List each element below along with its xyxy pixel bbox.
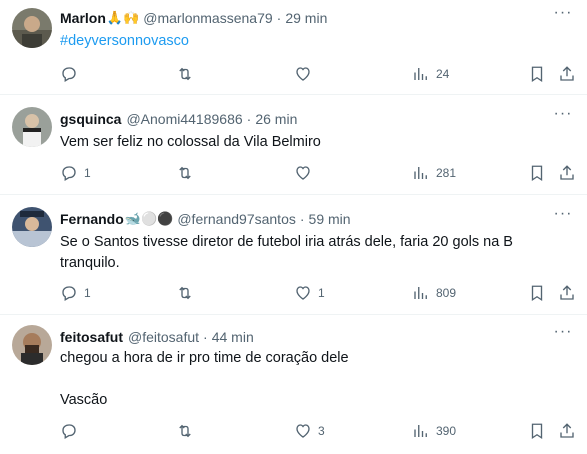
tweet-actions: 1 281: [0, 161, 587, 185]
retweet-button[interactable]: [176, 161, 194, 185]
timestamp[interactable]: 29 min: [285, 10, 327, 26]
reply-button[interactable]: 1: [60, 161, 91, 185]
retweet-button[interactable]: [176, 62, 194, 86]
name-emoji: 🐋⚪⚫: [124, 211, 174, 226]
timestamp[interactable]: 44 min: [212, 329, 254, 345]
heart-icon: [296, 424, 310, 438]
display-name[interactable]: feitosafut: [60, 329, 123, 345]
separator-dot: ·: [203, 329, 208, 345]
bookmark-button[interactable]: [528, 62, 546, 86]
username[interactable]: @Anomi44189686: [126, 111, 242, 127]
bookmark-icon: [531, 423, 543, 440]
reply-icon: [62, 424, 76, 439]
share-button[interactable]: [558, 281, 576, 305]
reply-button[interactable]: 1: [60, 281, 91, 305]
share-icon: [560, 66, 574, 81]
separator-dot: ·: [276, 10, 282, 26]
avatar[interactable]: [12, 107, 52, 147]
views-icon: [414, 287, 427, 299]
name-emoji: 🙏🙌: [106, 10, 140, 25]
like-button[interactable]: [294, 62, 318, 86]
reply-icon: [62, 166, 76, 181]
avatar[interactable]: [12, 325, 52, 365]
views-icon: [414, 68, 427, 80]
like-count: 1: [318, 286, 325, 300]
reply-button[interactable]: [60, 62, 78, 86]
views-count: 24: [436, 67, 450, 81]
views-button[interactable]: 809: [412, 281, 456, 305]
like-button[interactable]: 3: [294, 419, 325, 443]
tweet-actions: 24: [0, 62, 587, 86]
timestamp[interactable]: 26 min: [255, 111, 297, 127]
separator-dot: ·: [299, 211, 305, 227]
retweet-icon: [179, 286, 191, 300]
retweet-icon: [179, 166, 191, 180]
username[interactable]: @marlonmassena79: [143, 10, 272, 26]
like-count: 3: [318, 424, 325, 438]
more-icon[interactable]: ···: [553, 5, 573, 22]
avatar-image: [12, 325, 52, 365]
reply-icon: [62, 67, 76, 82]
display-name[interactable]: Marlon: [60, 10, 106, 26]
avatar-image: [12, 107, 52, 147]
more-icon[interactable]: ···: [553, 324, 573, 341]
retweet-icon: [179, 67, 191, 81]
views-icon: [414, 167, 427, 179]
heart-icon: [296, 166, 310, 180]
bookmark-icon: [531, 165, 543, 182]
views-icon: [414, 425, 427, 437]
tweet[interactable]: gsquinca @Anomi44189686 · 26 min ··· Vem…: [0, 95, 587, 195]
reply-icon: [62, 286, 76, 301]
more-icon[interactable]: ···: [553, 206, 573, 223]
views-count: 390: [436, 424, 457, 438]
tweet-actions: 3 390: [0, 419, 587, 443]
retweet-icon: [179, 424, 191, 438]
tweet-actions: 1 1 809: [0, 281, 587, 305]
avatar-image: [12, 207, 52, 247]
retweet-button[interactable]: [176, 281, 194, 305]
bookmark-button[interactable]: [528, 281, 546, 305]
bookmark-button[interactable]: [528, 161, 546, 185]
tweet-text[interactable]: Se o Santos tivesse diretor de futebol i…: [60, 232, 565, 274]
tweet-text[interactable]: chegou a hora de ir pro time de coração …: [60, 348, 565, 411]
timestamp[interactable]: 59 min: [309, 211, 351, 227]
avatar[interactable]: [12, 207, 52, 247]
bookmark-button[interactable]: [528, 419, 546, 443]
like-button[interactable]: [294, 161, 318, 185]
bookmark-icon: [531, 285, 543, 302]
tweet[interactable]: Marlon 🙏🙌 @marlonmassena79 · 29 min ··· …: [0, 0, 587, 95]
tweet-text[interactable]: Vem ser feliz no colossal da Vila Belmir…: [60, 132, 565, 153]
retweet-button[interactable]: [176, 419, 194, 443]
avatar-image: [12, 8, 52, 48]
share-button[interactable]: [558, 62, 576, 86]
share-button[interactable]: [558, 161, 576, 185]
views-button[interactable]: 281: [412, 161, 456, 185]
views-button[interactable]: 390: [412, 419, 456, 443]
reply-button[interactable]: [60, 419, 78, 443]
tweet[interactable]: feitosafut @feitosafut · 44 min ··· cheg…: [0, 315, 587, 454]
bookmark-icon: [531, 66, 543, 83]
share-button[interactable]: [558, 419, 576, 443]
views-count: 281: [436, 166, 457, 180]
reply-count: 1: [84, 166, 91, 180]
tweet[interactable]: Fernando 🐋⚪⚫ @fernand97santos · 59 min ·…: [0, 195, 587, 315]
more-icon[interactable]: ···: [553, 106, 573, 123]
username[interactable]: @fernand97santos: [177, 211, 296, 227]
share-icon: [560, 165, 574, 180]
avatar[interactable]: [12, 8, 52, 48]
share-icon: [560, 285, 574, 300]
share-icon: [560, 423, 574, 438]
tweet-text[interactable]: #deyversonnovasco: [60, 31, 565, 52]
separator-dot: ·: [246, 111, 252, 127]
heart-icon: [296, 286, 310, 300]
like-button[interactable]: 1: [294, 281, 325, 305]
display-name[interactable]: Fernando: [60, 211, 124, 227]
display-name[interactable]: gsquinca: [60, 111, 121, 127]
heart-icon: [296, 67, 310, 81]
reply-count: 1: [84, 286, 91, 300]
views-count: 809: [436, 286, 457, 300]
username[interactable]: @feitosafut: [128, 329, 199, 345]
views-button[interactable]: 24: [412, 62, 449, 86]
